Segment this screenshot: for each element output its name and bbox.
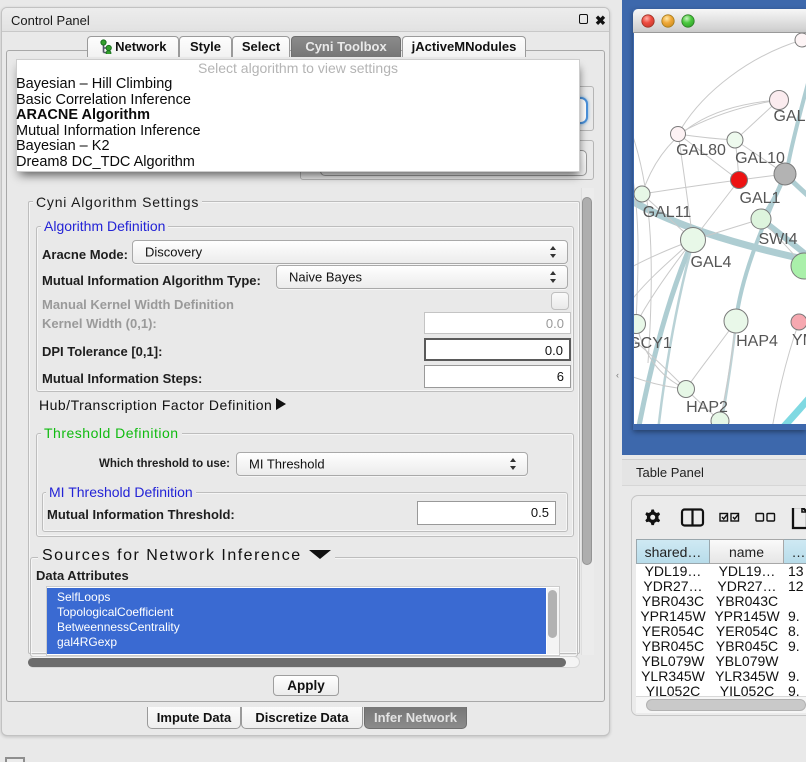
svg-text:GAL80: GAL80 xyxy=(676,142,726,159)
svg-text:HAP4: HAP4 xyxy=(736,333,778,350)
svg-text:GCY1: GCY1 xyxy=(634,335,672,352)
svg-text:GAL10: GAL10 xyxy=(735,150,785,167)
svg-text:SWI4: SWI4 xyxy=(758,231,797,248)
svg-text:GAL11: GAL11 xyxy=(643,204,692,221)
svg-text:YM: YM xyxy=(792,332,806,349)
svg-text:GAL4: GAL4 xyxy=(691,254,732,271)
svg-text:GAL1: GAL1 xyxy=(740,190,781,207)
svg-text:HAP2: HAP2 xyxy=(686,399,728,416)
svg-text:GAL7: GAL7 xyxy=(774,108,806,125)
